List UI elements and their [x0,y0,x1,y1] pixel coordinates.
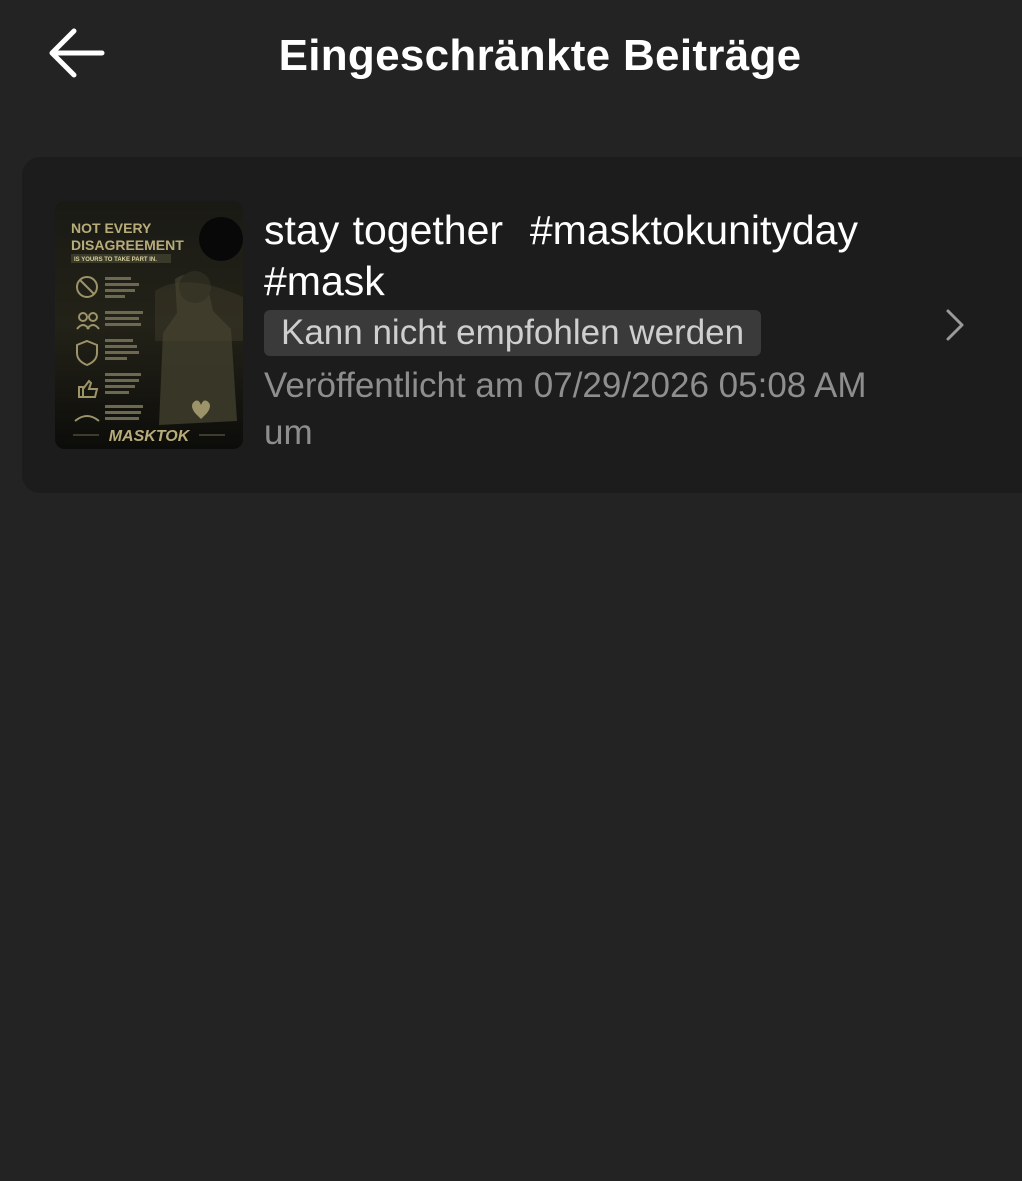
thumbnail-footer: MASKTOK [109,428,191,445]
chevron-right-icon [946,309,964,341]
restricted-post-item[interactable]: NOT EVERY DISAGREEMENT IS YOURS TO TAKE … [22,157,1022,493]
published-date: Veröffentlicht am 07/29/2026 05:08 AM um [264,362,904,456]
top-bar: Eingeschränkte Beiträge [0,0,1022,110]
status-badge: Kann nicht empfohlen werden [264,310,762,356]
post-details: stay together #masktokunityday #mask Kan… [264,205,904,456]
post-caption-line-1: stay together #masktokunityday [264,207,858,253]
page-title: Eingeschränkte Beiträge [278,31,802,80]
thumbnail-heading-2: DISAGREEMENT [71,237,184,253]
post-thumbnail: NOT EVERY DISAGREEMENT IS YOURS TO TAKE … [55,201,243,449]
post-caption: stay together #masktokunityday #mask [264,205,904,307]
thumbnail-heading-1: NOT EVERY [71,220,152,236]
thumbnail-subheading: IS YOURS TO TAKE PART IN. [74,257,157,263]
post-caption-line-2: #mask [264,258,385,304]
thumbnail-image: NOT EVERY DISAGREEMENT IS YOURS TO TAKE … [55,201,243,449]
published-date-line-2: um [264,413,313,452]
published-date-line-1: Veröffentlicht am 07/29/2026 05:08 AM [264,366,867,405]
